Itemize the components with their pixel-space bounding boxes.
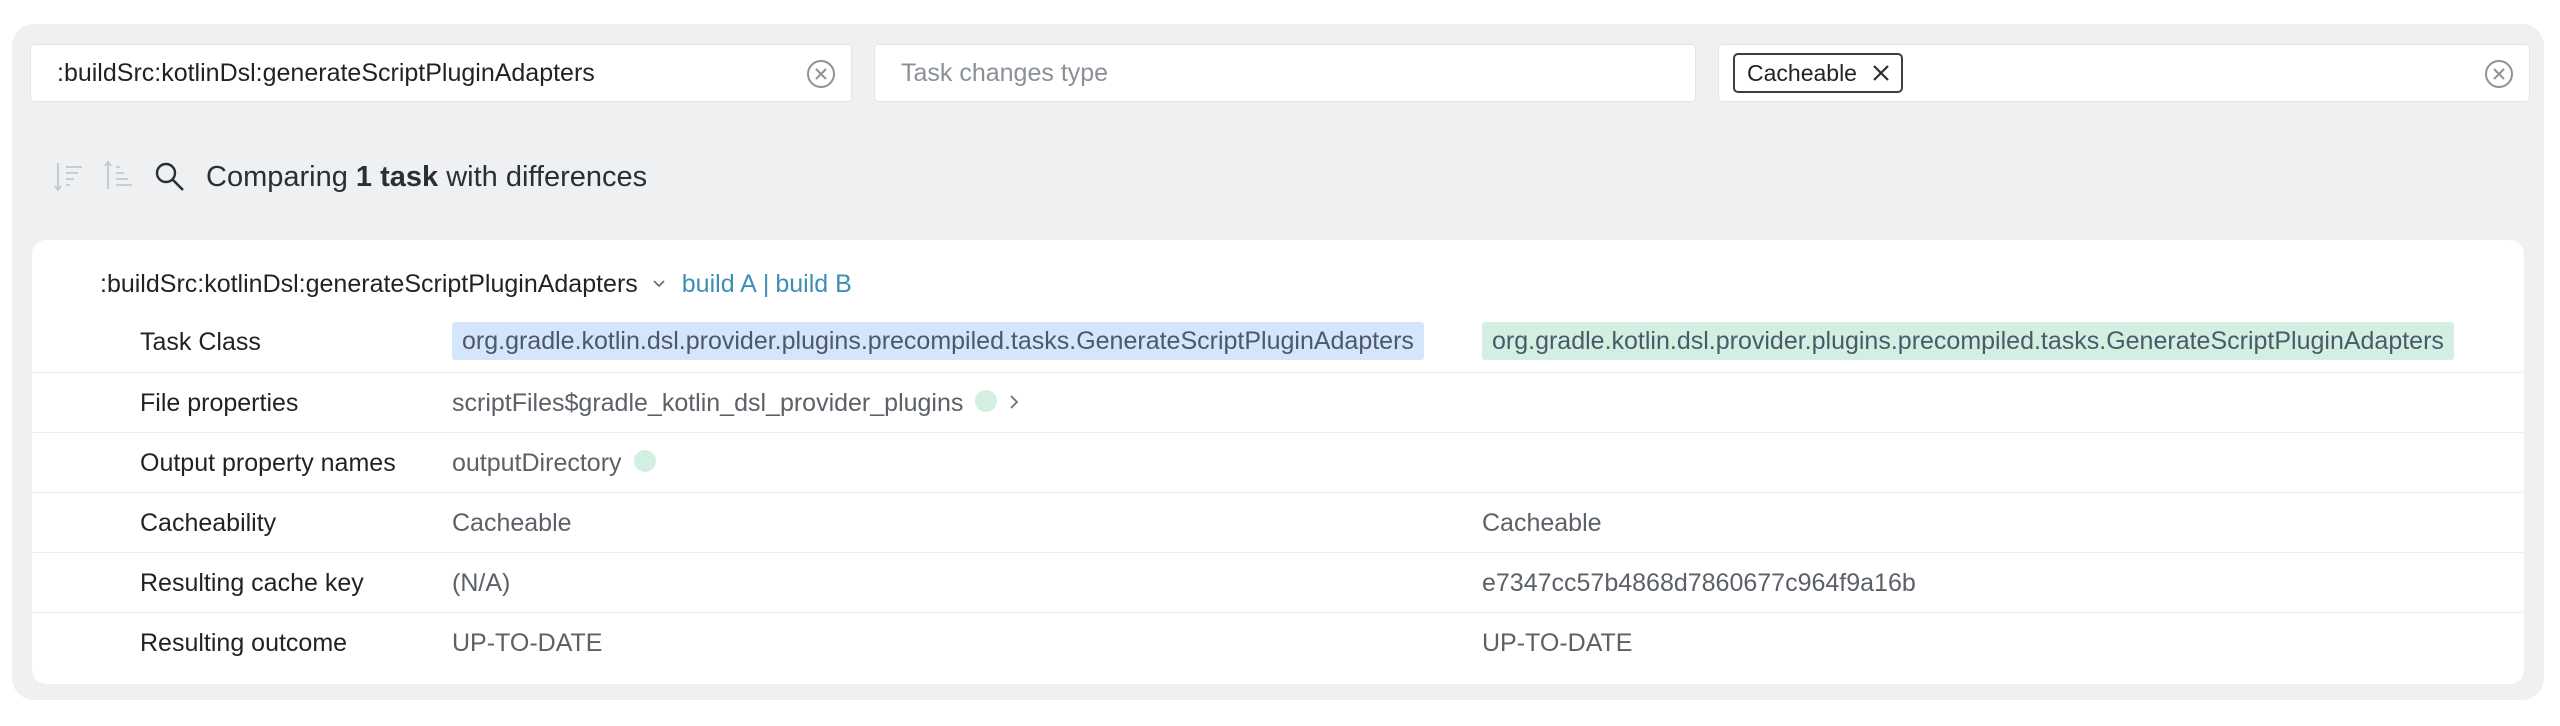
build-b-indicator-dot (975, 390, 998, 413)
task-name[interactable]: :buildSrc:kotlinDsl:generateScriptPlugin… (100, 270, 638, 299)
comparison-panel: :buildSrc:kotlinDsl:generateScriptPlugin… (12, 24, 2544, 700)
chevron-down-icon[interactable] (650, 275, 668, 293)
row-cacheability: Cacheability Cacheable Cacheable (32, 492, 2524, 552)
cacheability-filter[interactable]: Cacheable (1718, 44, 2530, 102)
row-file-properties: File properties scriptFiles$gradle_kotli… (32, 372, 2524, 432)
task-path-filter-value[interactable]: :buildSrc:kotlinDsl:generateScriptPlugin… (57, 59, 595, 88)
build-b-value: Cacheable (1482, 509, 1602, 537)
row-output-property-names: Output property names outputDirectory (32, 432, 2524, 492)
task-path-filter[interactable]: :buildSrc:kotlinDsl:generateScriptPlugin… (30, 44, 852, 102)
output-property-name: outputDirectory (452, 449, 622, 477)
task-comparison-card: :buildSrc:kotlinDsl:generateScriptPlugin… (32, 240, 2524, 684)
comparison-summary: Comparing 1 task with differences (206, 161, 647, 194)
chevron-right-icon[interactable] (1007, 393, 1021, 411)
sort-descending-icon[interactable] (52, 159, 88, 195)
cacheable-chip[interactable]: Cacheable (1733, 53, 1903, 93)
build-separator: | (762, 269, 770, 298)
row-label: Output property names (140, 449, 396, 477)
row-outcome: Resulting outcome UP-TO-DATE UP-TO-DATE (32, 612, 2524, 672)
build-a-value: Cacheable (452, 509, 572, 537)
chip-label: Cacheable (1747, 59, 1857, 86)
change-type-placeholder[interactable]: Task changes type (901, 59, 1108, 88)
change-type-filter[interactable]: Task changes type (874, 44, 1696, 102)
build-b-value: UP-TO-DATE (1482, 629, 1633, 657)
summary-suffix: with differences (446, 160, 648, 193)
summary-prefix: Comparing (206, 160, 348, 193)
comparison-toolbar: Comparing 1 task with differences (52, 152, 647, 202)
close-icon[interactable] (1871, 63, 1891, 83)
build-b-indicator-dot (633, 450, 656, 473)
sort-ascending-icon[interactable] (102, 159, 138, 195)
row-label: Resulting cache key (140, 569, 364, 597)
row-label: Cacheability (140, 509, 277, 537)
row-label: Resulting outcome (140, 629, 348, 657)
summary-count: 1 task (355, 160, 439, 193)
search-icon[interactable] (152, 159, 188, 195)
row-task-class: Task Class org.gradle.kotlin.dsl.provide… (32, 312, 2524, 372)
build-a-value: scriptFiles$gradle_kotlin_dsl_provider_p… (452, 389, 1021, 418)
build-a-value: org.gradle.kotlin.dsl.provider.plugins.p… (452, 322, 1424, 360)
clear-icon[interactable] (805, 58, 837, 90)
build-a-value: UP-TO-DATE (452, 629, 603, 657)
build-b-value: org.gradle.kotlin.dsl.provider.plugins.p… (1482, 322, 2454, 360)
row-cache-key: Resulting cache key (N/A) e7347cc57b4868… (32, 552, 2524, 612)
task-header[interactable]: :buildSrc:kotlinDsl:generateScriptPlugin… (100, 262, 852, 306)
row-label: Task Class (140, 328, 261, 356)
build-b-value: e7347cc57b4868d7860677c964f9a16b (1482, 569, 1916, 597)
row-label: File properties (140, 389, 299, 417)
build-a-value: (N/A) (452, 569, 511, 597)
file-property-name: scriptFiles$gradle_kotlin_dsl_provider_p… (452, 389, 964, 417)
build-a-value: outputDirectory (452, 449, 656, 478)
clear-icon[interactable] (2483, 58, 2515, 90)
build-a-link[interactable]: build A (682, 270, 757, 299)
build-b-link[interactable]: build B (775, 270, 851, 299)
